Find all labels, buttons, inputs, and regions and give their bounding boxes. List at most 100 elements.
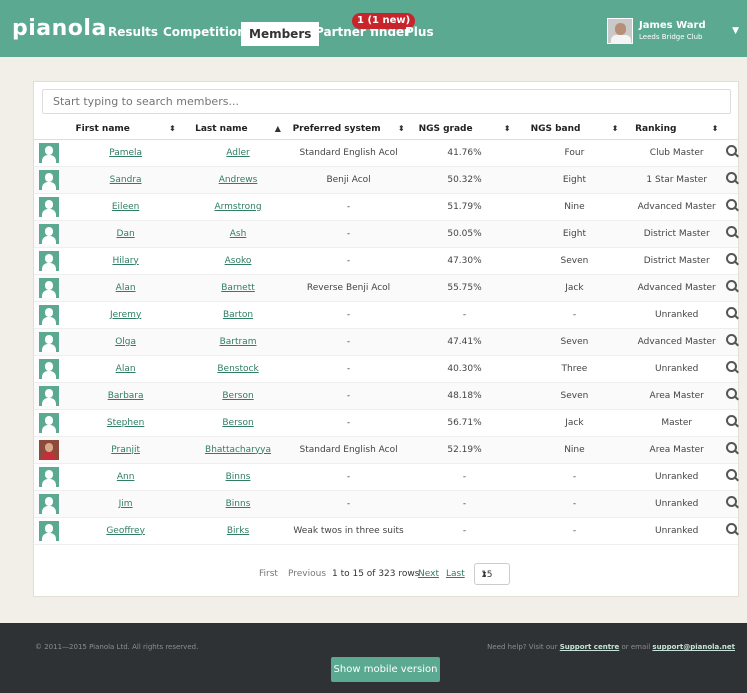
nav-results[interactable]: Results	[102, 20, 164, 44]
first-name-cell[interactable]: Barbara	[64, 382, 187, 410]
preferred-system-cell: -	[289, 490, 408, 518]
search-icon[interactable]	[725, 280, 738, 292]
view-member-button[interactable]	[725, 301, 738, 329]
first-name-cell[interactable]: Pamela	[64, 139, 187, 167]
member-photo	[34, 139, 65, 167]
search-icon[interactable]	[725, 199, 738, 211]
first-name-cell[interactable]: Eileen	[64, 193, 187, 221]
ranking-cell: Area Master	[627, 436, 726, 464]
first-name-cell[interactable]: Olga	[64, 328, 187, 356]
view-member-button[interactable]	[725, 166, 738, 194]
view-member-button[interactable]	[725, 382, 738, 410]
page-size-select[interactable]: 15 ⬍	[474, 563, 510, 585]
ranking-cell: District Master	[627, 220, 726, 248]
last-name-cell[interactable]: Bartram	[186, 328, 290, 356]
last-name-cell[interactable]: Berson	[186, 409, 290, 437]
search-icon[interactable]	[725, 415, 738, 427]
last-name-cell[interactable]: Bhattacharyya	[186, 436, 290, 464]
view-member-button[interactable]	[725, 463, 738, 491]
view-member-button[interactable]	[725, 490, 738, 518]
last-name-cell[interactable]: Barton	[186, 301, 290, 329]
view-member-button[interactable]	[725, 220, 738, 248]
first-name-cell[interactable]: Alan	[64, 355, 187, 383]
table-row: Hilary Asoko -47.30% Seven District Master	[34, 247, 738, 275]
view-member-button[interactable]	[725, 355, 738, 383]
ngs-grade-cell: 41.76%	[407, 139, 522, 167]
last-name-cell[interactable]: Berson	[186, 382, 290, 410]
first-name-cell[interactable]: Hilary	[64, 247, 187, 275]
person-placeholder-icon	[39, 385, 60, 406]
last-name-cell[interactable]: Benstock	[186, 355, 290, 383]
first-name-cell[interactable]: Stephen	[64, 409, 187, 437]
support-centre-link[interactable]: Support centre	[560, 643, 620, 651]
support-email-link[interactable]: support@pianola.net	[652, 643, 735, 651]
view-member-button[interactable]	[725, 193, 738, 221]
ngs-band-cell: Eight	[521, 166, 628, 194]
members-table: First name ⬍ Last name ▲ Preferred syste…	[34, 120, 738, 545]
search-icon[interactable]	[725, 172, 738, 184]
last-name-cell[interactable]: Andrews	[186, 166, 290, 194]
last-name-cell[interactable]: Ash	[186, 220, 290, 248]
first-name-cell[interactable]: Jim	[64, 490, 187, 518]
view-member-button[interactable]	[725, 247, 738, 275]
view-member-button[interactable]	[725, 517, 738, 545]
first-name-cell[interactable]: Alan	[64, 274, 187, 302]
search-icon[interactable]	[725, 334, 738, 346]
pager-next[interactable]: Next	[418, 569, 439, 579]
last-name-cell[interactable]: Binns	[186, 490, 290, 518]
member-photo	[34, 409, 65, 437]
first-name-cell[interactable]: Ann	[64, 463, 187, 491]
search-icon[interactable]	[725, 496, 738, 508]
search-icon[interactable]	[725, 145, 738, 157]
preferred-system-cell: Reverse Benji Acol	[289, 274, 408, 302]
nav-plus[interactable]: Plus	[399, 20, 440, 44]
search-icon[interactable]	[725, 469, 738, 481]
ranking-cell: District Master	[627, 247, 726, 275]
last-name-cell[interactable]: Barnett	[186, 274, 290, 302]
column-first-name[interactable]: First name ⬍	[64, 120, 187, 140]
search-icon[interactable]	[725, 442, 738, 454]
column-ranking[interactable]: Ranking ⬍	[627, 120, 726, 140]
view-member-button[interactable]	[725, 409, 738, 437]
member-photo	[34, 517, 65, 545]
member-photo	[34, 436, 65, 464]
last-name-cell[interactable]: Birks	[186, 517, 290, 545]
pianola-logo[interactable]: pianola	[12, 16, 107, 41]
ranking-cell: Unranked	[627, 355, 726, 383]
first-name-cell[interactable]: Pranjit	[64, 436, 187, 464]
view-member-button[interactable]	[725, 139, 738, 167]
search-icon[interactable]	[725, 388, 738, 400]
chevron-down-icon[interactable]: ▼	[732, 26, 739, 36]
search-icon[interactable]	[725, 307, 738, 319]
column-last-name[interactable]: Last name ▲	[186, 120, 290, 140]
ngs-band-cell: Nine	[521, 436, 628, 464]
search-icon[interactable]	[725, 253, 738, 265]
show-mobile-version-button[interactable]: Show mobile version	[331, 657, 440, 682]
column-ngs-band[interactable]: NGS band ⬍	[521, 120, 628, 140]
last-name-cell[interactable]: Armstrong	[186, 193, 290, 221]
ngs-band-cell: -	[521, 517, 628, 545]
search-icon[interactable]	[725, 226, 738, 238]
first-name-cell[interactable]: Jeremy	[64, 301, 187, 329]
pager-last[interactable]: Last	[446, 569, 465, 579]
last-name-cell[interactable]: Asoko	[186, 247, 290, 275]
column-preferred-system[interactable]: Preferred system ⬍	[289, 120, 408, 140]
top-navigation-bar: pianola Results Competitions Members Par…	[0, 0, 747, 57]
first-name-cell[interactable]: Geoffrey	[64, 517, 187, 545]
search-icon[interactable]	[725, 361, 738, 373]
first-name-cell[interactable]: Dan	[64, 220, 187, 248]
view-member-button[interactable]	[725, 436, 738, 464]
last-name-cell[interactable]: Binns	[186, 463, 290, 491]
search-icon[interactable]	[725, 523, 738, 535]
ngs-band-cell: Eight	[521, 220, 628, 248]
column-ngs-grade[interactable]: NGS grade ⬍	[407, 120, 522, 140]
table-row: Stephen Berson -56.71% Jack Master	[34, 409, 738, 437]
first-name-cell[interactable]: Sandra	[64, 166, 187, 194]
view-member-button[interactable]	[725, 274, 738, 302]
ranking-cell: Advanced Master	[627, 328, 726, 356]
last-name-cell[interactable]: Adler	[186, 139, 290, 167]
view-member-button[interactable]	[725, 328, 738, 356]
member-search-input[interactable]	[42, 89, 731, 114]
nav-members[interactable]: Members	[241, 22, 320, 46]
user-menu[interactable]: James Ward Leeds Bridge Club ▼	[607, 18, 739, 46]
